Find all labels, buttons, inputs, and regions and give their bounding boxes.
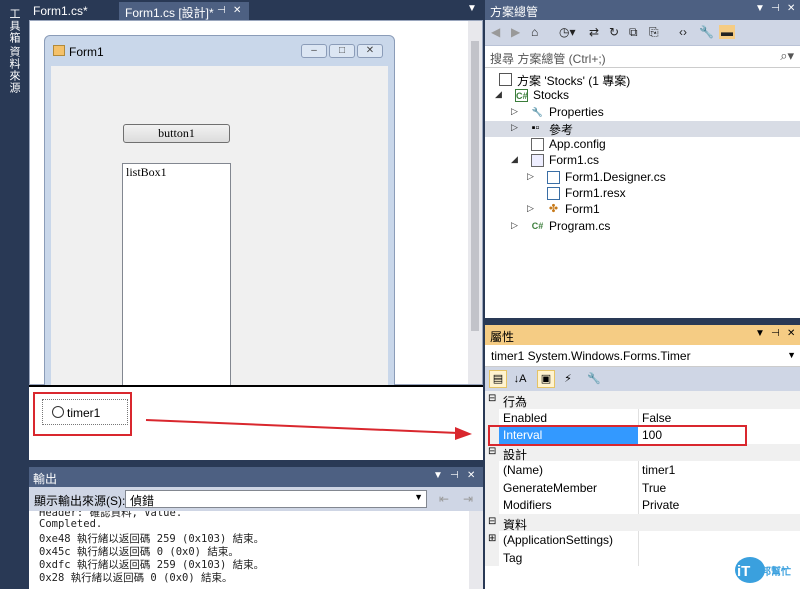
svg-text:邦幫忙: 邦幫忙 [761, 565, 791, 578]
svg-text:iT: iT [737, 563, 750, 580]
annotation-arrow [145, 419, 472, 440]
ithome-watermark-logo: iT 邦幫忙 [732, 555, 796, 585]
